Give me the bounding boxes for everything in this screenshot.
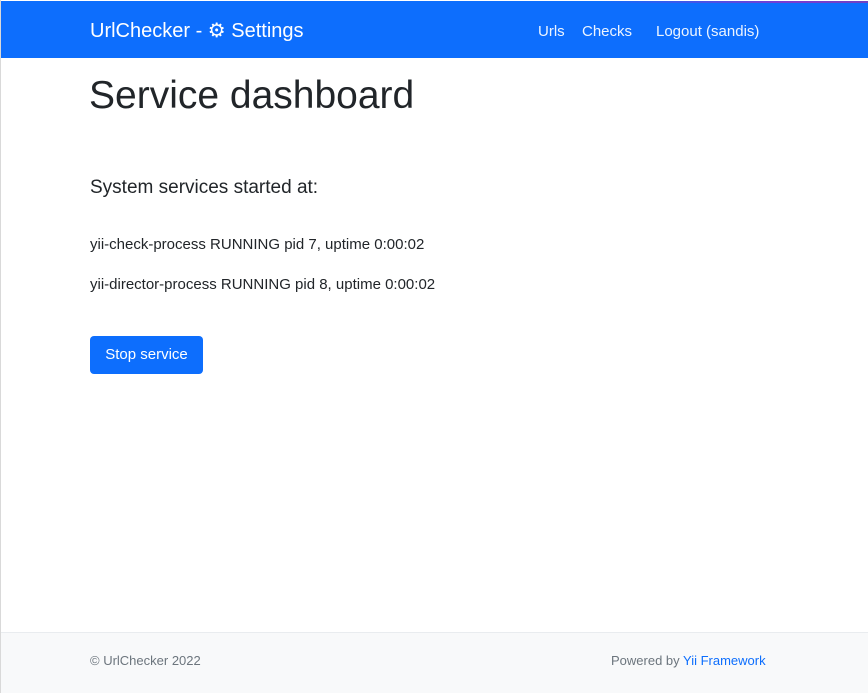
nav-link-checks[interactable]: Checks bbox=[582, 23, 632, 40]
service-status-line: yii-director-process RUNNING pid 8, upti… bbox=[90, 276, 436, 293]
top-navbar: UrlChecker - ⚙ Settings Urls Checks Logo… bbox=[1, 1, 868, 58]
service-status-line: yii-check-process RUNNING pid 7, uptime … bbox=[90, 236, 425, 253]
page-footer: © UrlChecker 2022 Powered by Yii Framewo… bbox=[1, 633, 868, 693]
page-left-border bbox=[0, 0, 1, 693]
nav-links: Urls Checks Logout (sandis) bbox=[1, 1, 868, 58]
nav-link-urls[interactable]: Urls bbox=[538, 23, 565, 40]
logout-button[interactable]: Logout (sandis) bbox=[656, 23, 759, 40]
services-section-title: System services started at: bbox=[90, 177, 319, 198]
yii-framework-link[interactable]: Yii Framework bbox=[683, 653, 766, 668]
stop-service-button[interactable]: Stop service bbox=[90, 336, 203, 374]
page-title: Service dashboard bbox=[89, 74, 415, 117]
footer-copyright: © UrlChecker 2022 bbox=[90, 653, 201, 668]
footer-powered-by: Powered by Yii Framework bbox=[611, 653, 766, 669]
powered-by-prefix: Powered by bbox=[611, 653, 684, 668]
